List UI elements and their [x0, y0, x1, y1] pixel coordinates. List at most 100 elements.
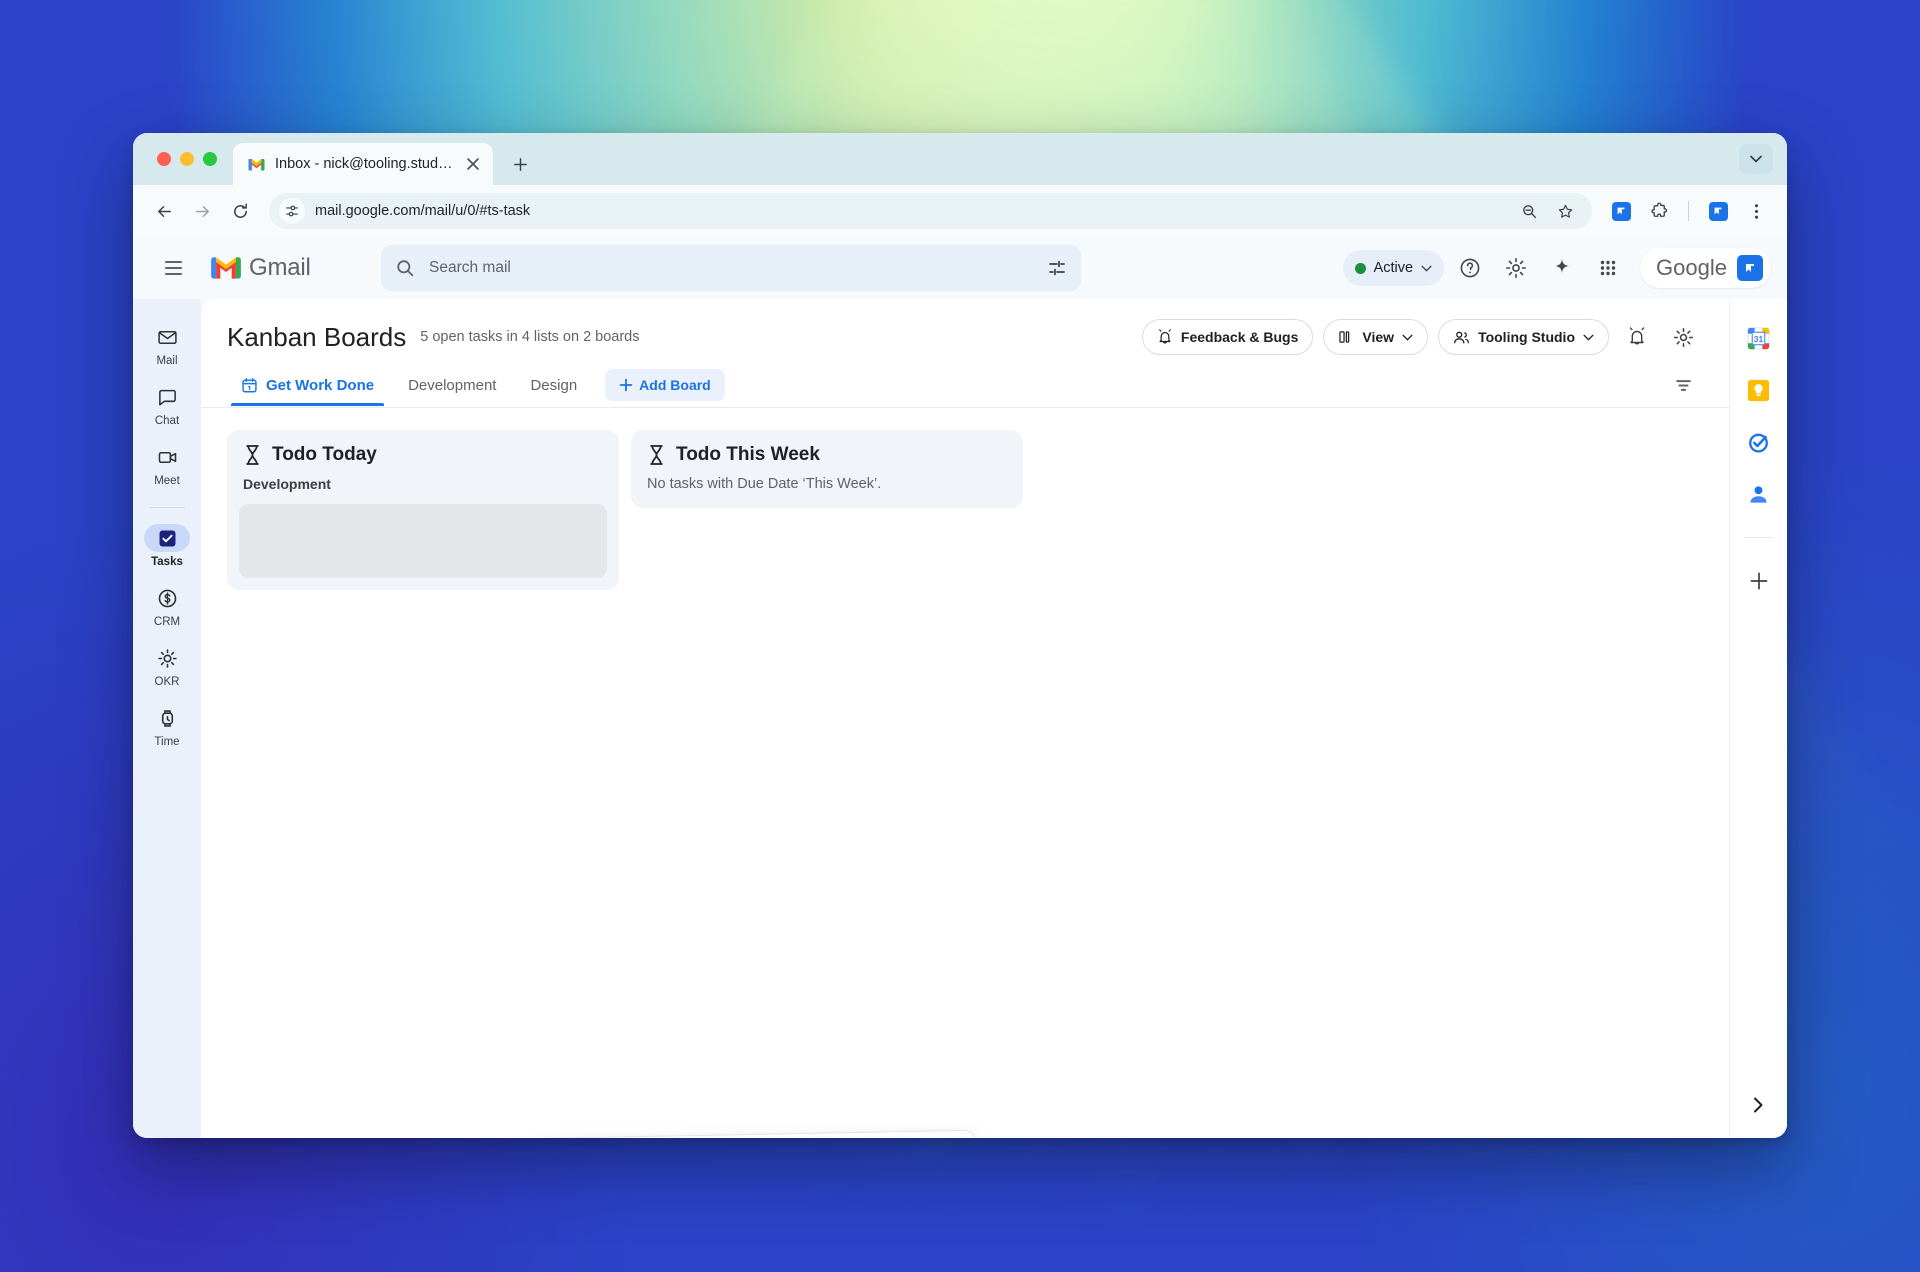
right-rail-divider [1744, 537, 1774, 538]
page-header: Kanban Boards 5 open tasks in 4 lists on… [201, 299, 1729, 361]
board-column-empty-text: No tasks with Due Date ‘This Week’. [643, 466, 1011, 496]
gmail-app: Gmail Search mail Active [133, 237, 1787, 1138]
url-text: mail.google.com/mail/u/0/#ts-task [315, 203, 1502, 219]
apps-grid-icon[interactable] [1588, 248, 1628, 288]
feedback-bugs-button[interactable]: Feedback & Bugs [1142, 319, 1313, 355]
page-title: Kanban Boards [227, 322, 406, 353]
view-label: View [1362, 329, 1394, 345]
board-column-todo-today[interactable]: Todo Today Development [227, 430, 619, 590]
workspace-button[interactable]: Tooling Studio [1438, 319, 1609, 355]
google-calendar-icon[interactable]: 31 [1746, 325, 1772, 351]
tab-title: Inbox - nick@tooling.studio - [275, 156, 454, 172]
gmail-header: Gmail Search mail Active [133, 237, 1787, 299]
mail-icon [144, 323, 190, 351]
search-icon [395, 258, 415, 278]
forward-button[interactable] [185, 194, 219, 228]
sidebar-item-chat[interactable]: Chat [138, 377, 196, 435]
sidebar-item-mail[interactable]: Mail [138, 317, 196, 375]
minimize-window-button[interactable] [180, 152, 194, 166]
profile-avatar-icon[interactable] [1701, 194, 1735, 228]
board-column-title: Todo Today [272, 444, 377, 466]
main-menu-icon[interactable] [153, 248, 193, 288]
window-controls[interactable] [151, 133, 229, 185]
sidebar-label-tasks: Tasks [151, 556, 183, 568]
view-button[interactable]: View [1323, 319, 1428, 355]
people-icon [1453, 329, 1470, 346]
add-board-button[interactable]: Add Board [605, 369, 725, 401]
board-column-title: Todo This Week [676, 444, 820, 466]
sidebar-item-crm[interactable]: CRM [138, 578, 196, 636]
left-app-rail: Mail Chat Meet [133, 299, 201, 1138]
tab-search-button[interactable] [1739, 144, 1773, 174]
reload-button[interactable] [223, 194, 257, 228]
add-shortcut-icon[interactable] [1746, 568, 1772, 594]
browser-window: Inbox - nick@tooling.studio - [133, 133, 1787, 1138]
back-button[interactable] [147, 194, 181, 228]
sidebar-label-time: Time [154, 736, 179, 748]
filter-icon[interactable] [1665, 367, 1701, 403]
right-app-rail: 31 [1729, 299, 1787, 1138]
help-icon[interactable] [1450, 248, 1490, 288]
extensions-puzzle-icon[interactable] [1642, 194, 1676, 228]
gmail-logo-icon [209, 255, 243, 281]
chat-icon [144, 383, 190, 411]
watch-icon [144, 704, 190, 732]
google-tasks-icon[interactable] [1746, 429, 1772, 455]
status-dot-icon [1355, 263, 1366, 274]
plus-icon [619, 378, 633, 392]
status-chip-active[interactable]: Active [1343, 250, 1445, 286]
sidebar-item-time[interactable]: Time [138, 698, 196, 756]
feedback-bugs-label: Feedback & Bugs [1181, 329, 1298, 345]
drop-placeholder[interactable] [239, 504, 607, 578]
chevron-down-icon [1402, 334, 1413, 341]
google-keep-icon[interactable] [1746, 377, 1772, 403]
search-placeholder: Search mail [429, 259, 1033, 277]
gmail-logo[interactable]: Gmail [209, 254, 357, 282]
extension-blue-icon[interactable] [1604, 194, 1638, 228]
bookmark-star-icon[interactable] [1548, 194, 1582, 228]
account-word: Google [1656, 255, 1727, 281]
google-contacts-icon[interactable] [1746, 481, 1772, 507]
gear-icon[interactable] [1496, 248, 1536, 288]
tab-design[interactable]: Design [516, 369, 591, 406]
columns-icon [1338, 329, 1354, 345]
address-bar[interactable]: mail.google.com/mail/u/0/#ts-task [269, 193, 1592, 229]
sidebar-item-okr[interactable]: OKR [138, 638, 196, 696]
browser-menu-button[interactable] [1739, 194, 1773, 228]
new-tab-button[interactable] [505, 149, 535, 179]
avatar[interactable] [1737, 255, 1763, 281]
notifications-bell-icon[interactable] [1619, 319, 1655, 355]
tune-icon[interactable] [1047, 258, 1067, 278]
browser-tab[interactable]: Inbox - nick@tooling.studio - [233, 143, 493, 185]
dragged-task-card[interactable]: Due • Today Project Planning [534, 1130, 975, 1138]
gmail-favicon-icon [247, 155, 266, 174]
meet-icon [144, 443, 190, 471]
account-switcher[interactable]: Google [1640, 248, 1771, 288]
chevron-down-icon [1583, 334, 1594, 341]
site-settings-icon[interactable] [279, 198, 305, 224]
sidebar-item-tasks[interactable]: Tasks [138, 518, 196, 576]
rail-divider [149, 507, 185, 508]
maximize-window-button[interactable] [203, 152, 217, 166]
sparkle-icon[interactable] [1542, 248, 1582, 288]
sidebar-item-meet[interactable]: Meet [138, 437, 196, 495]
close-window-button[interactable] [157, 152, 171, 166]
tab-get-work-done[interactable]: Get Work Done [227, 369, 388, 406]
gmail-logo-text: Gmail [249, 254, 311, 282]
close-tab-button[interactable] [463, 154, 483, 174]
sidebar-label-okr: OKR [155, 676, 180, 688]
board-column-subtitle: Development [239, 466, 607, 492]
tasks-checkbox-icon [144, 524, 190, 552]
calendar-icon [241, 377, 258, 394]
tab-development[interactable]: Development [394, 369, 510, 406]
sidebar-label-meet: Meet [154, 475, 180, 487]
bell-ring-icon [1157, 329, 1173, 345]
zoom-out-icon[interactable] [1512, 194, 1546, 228]
sidebar-label-crm: CRM [154, 616, 180, 628]
expand-panel-icon[interactable] [1744, 1090, 1774, 1120]
board-column-todo-this-week[interactable]: Todo This Week No tasks with Due Date ‘T… [631, 430, 1023, 508]
page-settings-gear-icon[interactable] [1665, 319, 1701, 355]
toolbar-divider [1688, 201, 1689, 221]
search-mail-input[interactable]: Search mail [381, 245, 1081, 291]
sidebar-label-mail: Mail [156, 355, 177, 367]
